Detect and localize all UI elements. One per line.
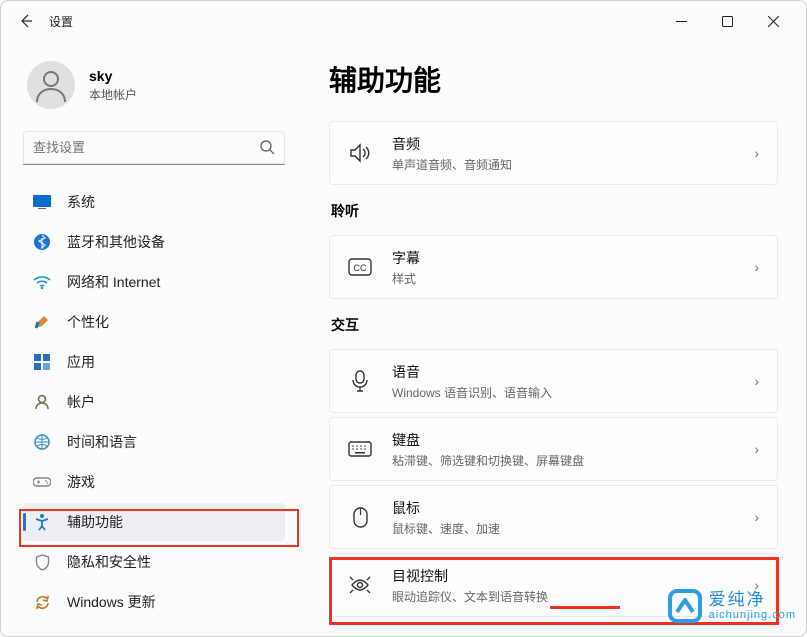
sidebar-item-label: 蓝牙和其他设备 (67, 232, 165, 252)
sidebar-item-label: 网络和 Internet (67, 272, 160, 292)
keyboard-icon (348, 437, 372, 461)
card-keyboard[interactable]: 键盘 粘滞键、筛选键和切换键、屏幕键盘 › (329, 417, 778, 481)
system-icon (33, 193, 51, 211)
sidebar-item-label: 个性化 (67, 312, 109, 332)
update-icon (33, 593, 51, 611)
watermark: 爱纯净 aichunjing.com (667, 588, 796, 624)
section-interaction: 交互 (331, 315, 778, 335)
gamepad-icon (33, 473, 51, 491)
sidebar-item-network[interactable]: 网络和 Internet (23, 263, 285, 301)
card-sub: 样式 (392, 270, 754, 287)
sidebar-item-label: Windows 更新 (67, 592, 156, 612)
chevron-right-icon: › (754, 145, 759, 161)
user-name: sky (89, 68, 137, 84)
card-title: 鼠标 (392, 498, 754, 518)
sidebar-item-bluetooth[interactable]: 蓝牙和其他设备 (23, 223, 285, 261)
sidebar-item-update[interactable]: Windows 更新 (23, 583, 285, 621)
bluetooth-icon (33, 233, 51, 251)
globe-clock-icon (33, 433, 51, 451)
sidebar-item-label: 时间和语言 (67, 432, 137, 452)
search-input[interactable] (33, 140, 260, 155)
accessibility-icon (33, 513, 51, 531)
sidebar-item-label: 系统 (67, 192, 95, 212)
chevron-right-icon: › (754, 259, 759, 275)
sidebar-item-personalization[interactable]: 个性化 (23, 303, 285, 341)
speaker-icon (348, 141, 372, 165)
sidebar-item-apps[interactable]: 应用 (23, 343, 285, 381)
minimize-button[interactable] (658, 5, 704, 37)
user-profile[interactable]: sky 本地帐户 (23, 61, 285, 109)
avatar (27, 61, 75, 109)
eye-control-icon (348, 573, 372, 597)
card-audio[interactable]: 音频 单声道音频、音频通知 › (329, 121, 778, 185)
mouse-icon (348, 505, 372, 529)
chevron-right-icon: › (754, 441, 759, 457)
chevron-right-icon: › (754, 373, 759, 389)
card-sub: 单声道音频、音频通知 (392, 156, 754, 173)
search-box[interactable] (23, 131, 285, 165)
app-title: 设置 (49, 13, 73, 30)
paintbrush-icon (33, 313, 51, 331)
close-button[interactable] (750, 5, 796, 37)
card-title: 字幕 (392, 248, 754, 268)
sidebar-item-system[interactable]: 系统 (23, 183, 285, 221)
watermark-url: aichunjing.com (709, 609, 796, 621)
card-sub: 鼠标键、速度、加速 (392, 520, 754, 537)
sidebar-item-label: 帐户 (67, 392, 95, 412)
cc-icon: CC (348, 255, 372, 279)
section-hearing: 聆听 (331, 201, 778, 221)
sidebar-item-accessibility[interactable]: 辅助功能 (23, 503, 285, 541)
watermark-cn: 爱纯净 (709, 591, 796, 610)
svg-text:CC: CC (354, 263, 367, 273)
back-button[interactable] (11, 6, 41, 36)
card-title: 语音 (392, 362, 754, 382)
sidebar-item-privacy[interactable]: 隐私和安全性 (23, 543, 285, 581)
maximize-button[interactable] (704, 5, 750, 37)
sidebar-item-label: 隐私和安全性 (67, 552, 151, 572)
sidebar-item-accounts[interactable]: 帐户 (23, 383, 285, 421)
microphone-icon (348, 369, 372, 393)
card-speech[interactable]: 语音 Windows 语音识别、语音输入 › (329, 349, 778, 413)
card-sub: 粘滞键、筛选键和切换键、屏幕键盘 (392, 452, 754, 469)
wifi-icon (33, 273, 51, 291)
chevron-right-icon: › (754, 509, 759, 525)
search-icon (260, 140, 275, 155)
card-sub: Windows 语音识别、语音输入 (392, 384, 754, 401)
sidebar-item-label: 游戏 (67, 472, 95, 492)
card-title: 键盘 (392, 430, 754, 450)
sidebar-item-label: 辅助功能 (67, 512, 123, 532)
watermark-logo-icon (667, 588, 703, 624)
sidebar-item-label: 应用 (67, 352, 95, 372)
sidebar-item-time-language[interactable]: 时间和语言 (23, 423, 285, 461)
user-account-type: 本地帐户 (89, 86, 137, 103)
annotation-arrow (550, 606, 620, 609)
person-icon (33, 393, 51, 411)
card-mouse[interactable]: 鼠标 鼠标键、速度、加速 › (329, 485, 778, 549)
apps-icon (33, 353, 51, 371)
page-title: 辅助功能 (329, 59, 778, 99)
shield-icon (33, 553, 51, 571)
sidebar-item-gaming[interactable]: 游戏 (23, 463, 285, 501)
card-title: 目视控制 (392, 566, 754, 586)
card-title: 音频 (392, 134, 754, 154)
card-captions[interactable]: CC 字幕 样式 › (329, 235, 778, 299)
